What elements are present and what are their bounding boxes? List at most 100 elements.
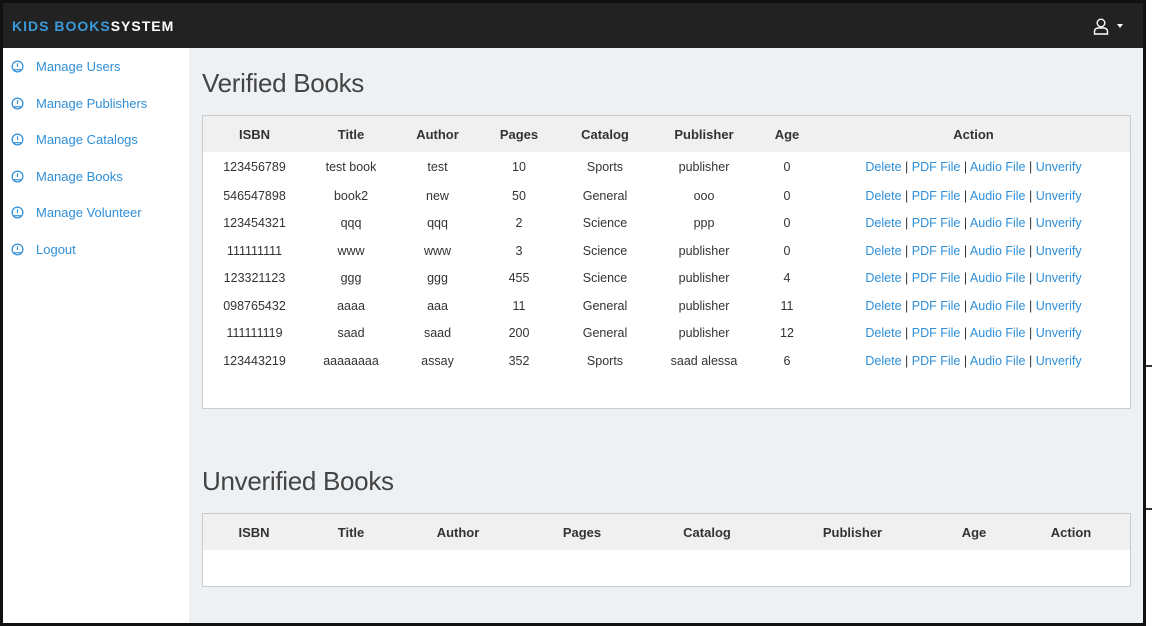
delete-link[interactable]: Delete: [865, 216, 901, 230]
unverified-books-table: ISBN Title Author Pages Catalog Publishe…: [203, 514, 1130, 550]
sidebar-item-manage-users[interactable]: Manage Users: [11, 59, 121, 74]
column-header[interactable]: Action: [1012, 514, 1130, 550]
cell-catalog: Science: [582, 271, 628, 286]
unverify-link[interactable]: Unverify: [1036, 271, 1082, 285]
edge-divider: [1146, 508, 1152, 510]
cell-pages: 352: [508, 353, 530, 368]
unverified-books-panel: ISBN Title Author Pages Catalog Publishe…: [202, 513, 1131, 587]
unverify-link[interactable]: Unverify: [1036, 189, 1082, 203]
main-content: Verified Books ISBN Title Author Pages C…: [189, 48, 1143, 623]
cell-pages: 10: [512, 160, 526, 174]
delete-link[interactable]: Delete: [865, 354, 901, 368]
delete-link[interactable]: Delete: [865, 160, 901, 174]
pdf-file-link[interactable]: PDF File: [912, 271, 961, 285]
audio-file-link[interactable]: Audio File: [970, 299, 1026, 313]
cell-isbn: 098765432: [223, 298, 286, 313]
column-header[interactable]: Publisher: [769, 514, 936, 550]
delete-link[interactable]: Delete: [865, 189, 901, 203]
cell-isbn: 123454321: [223, 216, 286, 231]
column-header[interactable]: Pages: [519, 514, 645, 550]
column-header[interactable]: Author: [397, 514, 519, 550]
cell-catalog: Science: [582, 216, 628, 231]
sidebar: Manage Users Manage Publishers Manage Ca…: [3, 48, 189, 623]
audio-file-link[interactable]: Audio File: [970, 326, 1026, 340]
dashboard-icon: [11, 243, 24, 256]
column-header[interactable]: Catalog: [645, 514, 769, 550]
table-header-row: ISBN Title Author Pages Catalog Publishe…: [203, 116, 1130, 152]
audio-file-link[interactable]: Audio File: [970, 354, 1026, 368]
sidebar-item-manage-books[interactable]: Manage Books: [11, 169, 123, 184]
delete-link[interactable]: Delete: [865, 271, 901, 285]
pdf-file-link[interactable]: PDF File: [912, 299, 961, 313]
column-header[interactable]: ISBN: [203, 116, 306, 152]
action-separator: |: [1029, 160, 1033, 174]
delete-link[interactable]: Delete: [865, 244, 901, 258]
pdf-file-link[interactable]: PDF File: [912, 354, 961, 368]
action-separator: |: [905, 216, 909, 231]
cell-publisher: publisher: [678, 326, 730, 341]
sidebar-item-manage-catalogs[interactable]: Manage Catalogs: [11, 132, 138, 147]
cell-publisher: publisher: [678, 243, 730, 258]
cell-actions: Delete | PDF File | Audio File | Unverif…: [817, 320, 1130, 348]
audio-file-link[interactable]: Audio File: [970, 216, 1026, 230]
dashboard-icon: [11, 170, 24, 183]
pdf-file-link[interactable]: PDF File: [912, 244, 961, 258]
delete-link[interactable]: Delete: [865, 299, 901, 313]
caret-down-icon: [1117, 24, 1123, 28]
cell-actions: Delete | PDF File | Audio File | Unverif…: [817, 237, 1130, 265]
pdf-file-link[interactable]: PDF File: [912, 326, 961, 340]
column-header[interactable]: ISBN: [203, 514, 305, 550]
column-header[interactable]: Age: [757, 116, 817, 152]
sidebar-item-label: Manage Catalogs: [36, 132, 138, 147]
audio-file-link[interactable]: Audio File: [970, 244, 1026, 258]
sidebar-item-label: Manage Publishers: [36, 96, 148, 111]
column-header[interactable]: Title: [306, 116, 396, 152]
unverify-link[interactable]: Unverify: [1036, 244, 1082, 258]
table-row: 123456789 test book test 10 Sports publisher 0…: [203, 152, 1130, 182]
action-separator: |: [1029, 216, 1033, 231]
column-header[interactable]: Catalog: [559, 116, 651, 152]
cell-title: book2: [333, 188, 369, 203]
sidebar-item-logout[interactable]: Logout: [11, 242, 76, 257]
unverify-link[interactable]: Unverify: [1036, 216, 1082, 230]
audio-file-link[interactable]: Audio File: [970, 189, 1026, 203]
column-header[interactable]: Publisher: [651, 116, 757, 152]
action-separator: |: [905, 326, 909, 341]
column-header[interactable]: Author: [396, 116, 479, 152]
brand-logo[interactable]: KIDS BOOKSSYSTEM: [12, 18, 174, 34]
verified-books-panel: ISBN Title Author Pages Catalog Publishe…: [202, 115, 1131, 409]
action-separator: |: [1029, 188, 1033, 203]
audio-file-link[interactable]: Audio File: [970, 271, 1026, 285]
cell-age: 11: [780, 298, 794, 313]
audio-file-link[interactable]: Audio File: [970, 160, 1026, 174]
cell-actions: Delete | PDF File | Audio File | Unverif…: [817, 265, 1130, 293]
cell-author: aaa: [427, 298, 448, 313]
action-separator: |: [1029, 326, 1033, 341]
unverified-books-title: Unverified Books: [202, 466, 394, 496]
sidebar-item-label: Manage Books: [36, 169, 123, 184]
sidebar-item-manage-volunteer[interactable]: Manage Volunteer: [11, 205, 142, 220]
user-menu-toggle[interactable]: [1093, 15, 1123, 37]
unverify-link[interactable]: Unverify: [1036, 299, 1082, 313]
pdf-file-link[interactable]: PDF File: [912, 216, 961, 230]
pdf-file-link[interactable]: PDF File: [912, 189, 961, 203]
cell-isbn: 546547898: [223, 188, 286, 203]
column-header[interactable]: Pages: [479, 116, 559, 152]
action-separator: |: [1029, 243, 1033, 258]
unverify-link[interactable]: Unverify: [1036, 160, 1082, 174]
column-header[interactable]: Action: [817, 116, 1130, 152]
cell-catalog: Sports: [586, 353, 624, 368]
sidebar-item-label: Logout: [36, 242, 76, 257]
pdf-file-link[interactable]: PDF File: [912, 160, 961, 174]
column-header[interactable]: Age: [936, 514, 1012, 550]
delete-link[interactable]: Delete: [865, 326, 901, 340]
cell-catalog: General: [582, 298, 628, 313]
sidebar-item-manage-publishers[interactable]: Manage Publishers: [11, 96, 147, 111]
unverify-link[interactable]: Unverify: [1036, 354, 1082, 368]
unverify-link[interactable]: Unverify: [1036, 326, 1082, 340]
dashboard-icon: [11, 97, 24, 110]
sidebar-item-label: Manage Users: [36, 59, 121, 74]
action-separator: |: [963, 216, 968, 231]
column-header[interactable]: Title: [305, 514, 397, 550]
action-separator: |: [1029, 271, 1033, 286]
